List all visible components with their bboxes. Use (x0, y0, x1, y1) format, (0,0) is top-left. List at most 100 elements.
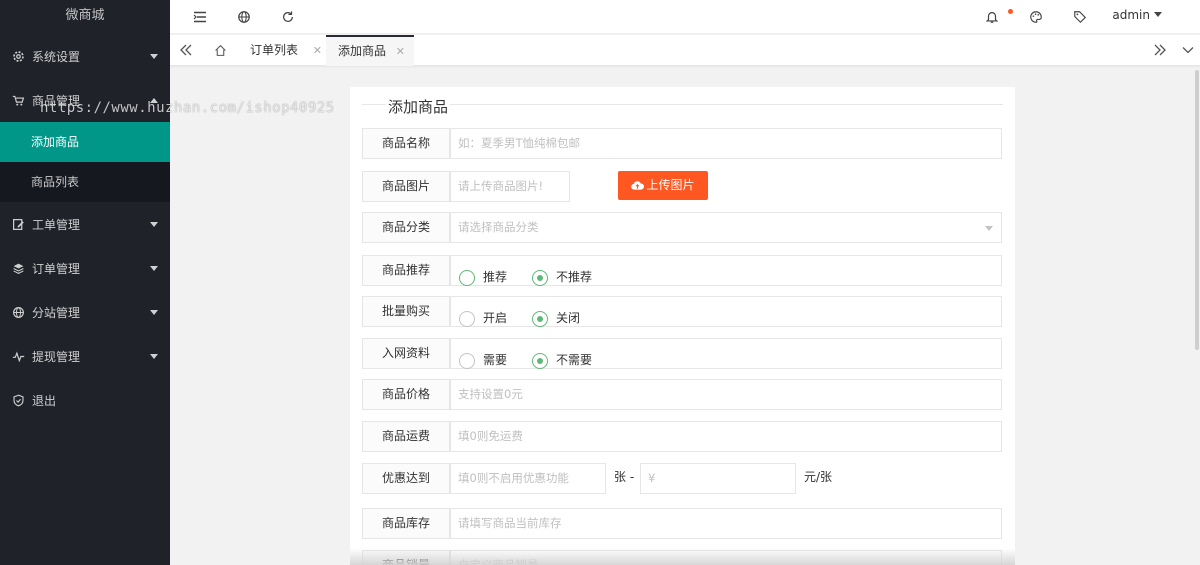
goods-category-select[interactable]: 请选择商品分类 (450, 212, 1002, 243)
sidebar-item-label: 商品管理 (32, 93, 81, 108)
sidebar-item-withdrawal-management[interactable]: 提现管理 (0, 334, 170, 378)
sidebar-item-goods-management[interactable]: 商品管理 (0, 78, 170, 122)
double-chevron-left-icon[interactable] (178, 42, 194, 58)
caret-down-icon (985, 226, 993, 231)
radio-label: 不推荐 (556, 270, 593, 284)
radio-enable[interactable]: 开启 (459, 304, 507, 333)
sidebar-item-label: 工单管理 (32, 217, 81, 232)
field-label: 商品库存 (362, 508, 450, 539)
field-label: 商品运费 (362, 421, 450, 452)
add-goods-form: 添加商品 商品名称 如：夏季男T恤纯棉包邮 商品图片 请上传商品图片! 上传图片… (350, 87, 1015, 565)
sidebar-item-label: 系统设置 (32, 49, 81, 64)
discount-separator: 张 - (614, 470, 635, 484)
globe-icon (11, 305, 25, 319)
radio-label: 需要 (483, 353, 508, 367)
sidebar-item-system-settings[interactable]: 系统设置 (0, 34, 170, 78)
row-discount: 优惠达到 填0则不启用优惠功能 张 - ¥ 元/张 (362, 463, 1002, 494)
close-icon[interactable]: ✕ (313, 35, 322, 66)
field-label: 商品价格 (362, 379, 450, 410)
double-chevron-right-icon[interactable] (1152, 42, 1168, 58)
discount-quantity-input[interactable]: 填0则不启用优惠功能 (450, 463, 606, 494)
menu-fold-icon[interactable] (192, 9, 208, 25)
tab-label: 订单列表 (250, 43, 299, 57)
user-menu[interactable]: admin (1112, 8, 1162, 22)
radio-circle-checked (532, 352, 548, 369)
tab-bar: 订单列表 ✕ 添加商品 ✕ (170, 35, 1200, 66)
top-header: admin (170, 0, 1200, 34)
goods-name-input[interactable]: 如：夏季男T恤纯棉包邮 (450, 128, 1002, 159)
discount-amount-input[interactable]: ¥ (640, 463, 796, 494)
submenu: 添加商品 商品列表 (0, 122, 170, 202)
form-title: 添加商品 (386, 96, 451, 117)
edit-icon (11, 217, 25, 231)
sidebar-item-label: 订单管理 (32, 261, 81, 276)
goods-price-input[interactable]: 支持设置0元 (450, 379, 1002, 410)
sidebar-item-label: 分站管理 (32, 305, 81, 320)
row-goods-sales: 商品销量 自定义商品销量 (362, 550, 1002, 565)
radio-recommend[interactable]: 推荐 (459, 263, 507, 292)
submenu-item-goods-list[interactable]: 商品列表 (0, 162, 170, 202)
tab-add-goods[interactable]: 添加商品 ✕ (326, 35, 414, 66)
radio-label: 关闭 (556, 311, 581, 325)
cart-icon (11, 93, 25, 107)
layers-icon (11, 261, 25, 275)
radio-label: 开启 (483, 311, 508, 325)
field-label: 商品图片 (362, 171, 450, 202)
gear-icon (11, 49, 25, 63)
upload-image-button[interactable]: 上传图片 (618, 171, 708, 200)
radio-not-required[interactable]: 不需要 (532, 346, 592, 375)
radio-circle (459, 310, 475, 327)
sidebar-item-label: 退出 (32, 393, 57, 408)
row-goods-shipping: 商品运费 填0则免运费 (362, 421, 1002, 452)
sidebar-item-ticket-management[interactable]: 工单管理 (0, 202, 170, 246)
network-radio-group: 需要 不需要 (450, 338, 1002, 369)
radio-circle-checked (532, 269, 548, 286)
recommend-radio-group: 推荐 不推荐 (450, 255, 1002, 286)
chevron-down-icon (150, 54, 158, 59)
goods-shipping-input[interactable]: 填0则免运费 (450, 421, 1002, 452)
field-label: 商品销量 (362, 550, 450, 565)
row-batch-purchase: 批量购买 开启 关闭 (362, 296, 1002, 327)
radio-circle-checked (532, 310, 548, 327)
field-label: 优惠达到 (362, 463, 450, 494)
field-label: 商品分类 (362, 212, 450, 243)
scrollbar-thumb[interactable] (1195, 70, 1199, 350)
row-goods-name: 商品名称 如：夏季男T恤纯棉包邮 (362, 128, 1002, 159)
refresh-icon[interactable] (280, 9, 296, 25)
row-goods-recommend: 商品推荐 推荐 不推荐 (362, 255, 1002, 286)
radio-circle (459, 352, 475, 369)
chevron-down-icon (150, 266, 158, 271)
batch-radio-group: 开启 关闭 (450, 296, 1002, 327)
chevron-down-icon (150, 222, 158, 227)
caret-down-icon (1154, 12, 1162, 17)
home-icon[interactable] (212, 42, 228, 58)
pulse-icon (11, 349, 25, 363)
tag-icon[interactable] (1072, 9, 1088, 25)
goods-image-input[interactable]: 请上传商品图片! (450, 171, 570, 202)
sidebar-item-logout[interactable]: 退出 (0, 378, 170, 422)
sidebar-item-label: 提现管理 (32, 349, 81, 364)
select-placeholder: 请选择商品分类 (458, 220, 539, 234)
radio-not-recommend[interactable]: 不推荐 (532, 263, 592, 292)
sidebar-item-substation-management[interactable]: 分站管理 (0, 290, 170, 334)
field-label: 入网资料 (362, 338, 450, 369)
palette-icon[interactable] (1028, 9, 1044, 25)
bell-icon[interactable] (984, 9, 1000, 25)
sidebar-item-order-management[interactable]: 订单管理 (0, 246, 170, 290)
row-goods-price: 商品价格 支持设置0元 (362, 379, 1002, 410)
radio-required[interactable]: 需要 (459, 346, 507, 375)
chevron-down-icon (150, 354, 158, 359)
goods-sales-input[interactable]: 自定义商品销量 (450, 550, 1002, 565)
row-goods-stock: 商品库存 请填写商品当前库存 (362, 508, 1002, 539)
radio-disable[interactable]: 关闭 (532, 304, 580, 333)
notification-dot (1008, 9, 1013, 14)
discount-unit: 元/张 (804, 470, 833, 484)
close-icon[interactable]: ✕ (396, 37, 405, 66)
globe-icon[interactable] (236, 9, 252, 25)
app-logo: 微商城 (65, 8, 105, 23)
submenu-item-add-goods[interactable]: 添加商品 (0, 122, 170, 162)
chevron-down-icon[interactable] (1180, 42, 1196, 58)
radio-label: 推荐 (483, 270, 508, 284)
tab-order-list[interactable]: 订单列表 ✕ (250, 35, 322, 66)
goods-stock-input[interactable]: 请填写商品当前库存 (450, 508, 1002, 539)
